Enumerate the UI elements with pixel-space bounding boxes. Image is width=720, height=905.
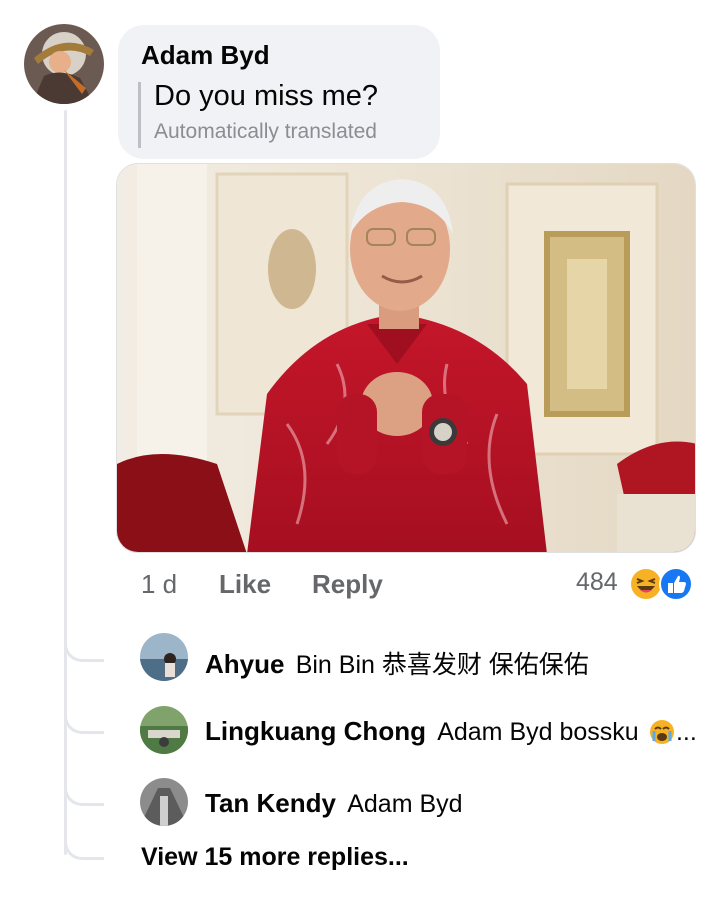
comment-author[interactable]: Adam Byd [141, 40, 270, 71]
reply-item: Lingkuang Chong Adam Byd bossku ... [205, 716, 697, 753]
comment-timestamp[interactable]: 1 d [141, 569, 177, 600]
avatar[interactable] [140, 778, 188, 826]
reply-text: Adam Byd bossku [437, 718, 639, 746]
avatar[interactable] [24, 24, 104, 104]
thread-line [64, 110, 67, 855]
reply-text: Adam Byd [347, 790, 463, 818]
crying-emoji-icon [648, 718, 676, 753]
reply-author[interactable]: Tan Kendy [205, 788, 336, 818]
reply-author[interactable]: Lingkuang Chong [205, 716, 426, 746]
like-button[interactable]: Like [219, 569, 271, 600]
haha-icon [629, 567, 663, 601]
translation-note[interactable]: Automatically translated [154, 120, 377, 144]
reply-item: Tan Kendy Adam Byd [205, 788, 463, 819]
view-more-replies-link[interactable]: View 15 more replies... [141, 843, 409, 872]
reply-button[interactable]: Reply [312, 569, 383, 600]
translation-bar [138, 82, 141, 148]
thread-branch [64, 696, 104, 734]
avatar[interactable] [140, 706, 188, 754]
comment-text: Do you miss me? [154, 80, 379, 112]
reactions[interactable] [628, 566, 698, 602]
thread-branch [64, 822, 104, 860]
reply-text: Bin Bin 恭喜发财 保佑保佑 [295, 651, 589, 679]
reply-item: Ahyue Bin Bin 恭喜发财 保佑保佑 [205, 645, 589, 681]
truncation-ellipsis: ... [675, 718, 697, 746]
thread-branch [64, 624, 104, 662]
reaction-count[interactable]: 484 [576, 568, 618, 597]
comment-image[interactable] [116, 163, 696, 553]
avatar[interactable] [140, 633, 188, 681]
like-icon [659, 567, 693, 601]
thread-branch [64, 768, 104, 806]
reply-author[interactable]: Ahyue [205, 649, 284, 679]
